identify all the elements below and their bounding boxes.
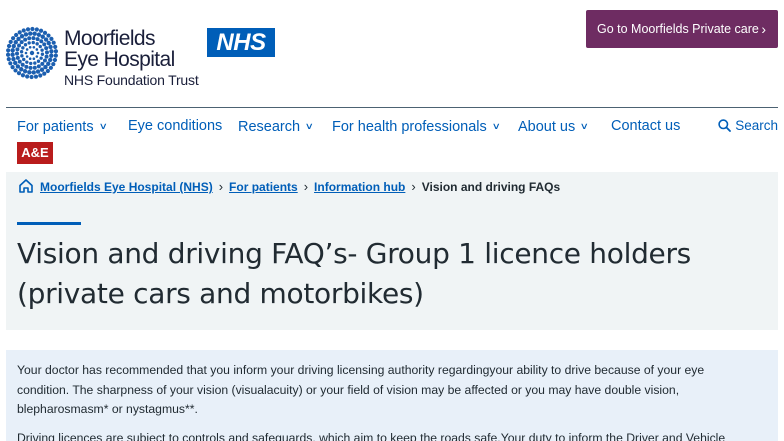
nav-item-for-patients[interactable]: For patients ∨: [17, 114, 108, 140]
intro-paragraph-1: Your doctor has recommended that you inf…: [17, 363, 705, 416]
moorfields-logo-text[interactable]: Moorfields Eye Hospital NHS Foundation T…: [64, 28, 199, 89]
nav-item-about-us[interactable]: About us ∨: [518, 114, 590, 140]
breadcrumb-separator-icon: ›: [218, 179, 224, 194]
moorfields-logo-icon[interactable]: [5, 26, 59, 80]
breadcrumb-link-home[interactable]: Moorfields Eye Hospital (NHS): [40, 180, 213, 194]
nav-item-health-professionals[interactable]: For health professionals ∨: [332, 114, 501, 140]
search-label: Search: [735, 118, 778, 133]
nav-item-research[interactable]: Research ∨: [238, 114, 314, 140]
ae-link[interactable]: A&E: [17, 142, 53, 164]
breadcrumb-link-for-patients[interactable]: For patients: [229, 180, 298, 194]
search-button[interactable]: Search: [718, 114, 778, 140]
intro-paragraph-2: Driving licences are subject to controls…: [17, 431, 726, 441]
nav-item-contact-us[interactable]: Contact us: [611, 114, 680, 140]
title-accent-bar: [17, 222, 81, 225]
chevron-down-icon: ∨: [98, 121, 108, 131]
site-header: Moorfields Eye Hospital NHS Foundation T…: [0, 0, 784, 108]
breadcrumb-separator-icon: ›: [303, 179, 309, 194]
search-icon: [718, 119, 732, 132]
nav-item-eye-conditions[interactable]: Eye conditions: [128, 114, 222, 140]
nav-item-label: Research: [238, 119, 301, 135]
chevron-down-icon: ∨: [579, 121, 590, 131]
chevron-down-icon: ∨: [304, 121, 314, 131]
logo-line-3: NHS Foundation Trust: [64, 72, 199, 88]
nav-item-label: Contact us: [611, 118, 681, 134]
home-icon[interactable]: [18, 178, 34, 199]
main-nav: For patients ∨ Eye conditions Research ∨ F…: [6, 114, 778, 140]
breadcrumb-current: Vision and driving FAQs: [421, 180, 561, 194]
nhs-logo: NHS: [207, 28, 275, 57]
logo-line-1: Moorfields: [64, 27, 155, 50]
nav-item-label: Eye conditions: [128, 118, 223, 134]
chevron-right-icon: ›: [761, 21, 766, 37]
logo-line-2: Eye Hospital: [64, 48, 175, 71]
nav-divider: [6, 107, 778, 108]
nav-item-label: For patients: [17, 119, 94, 135]
intro-panel: Your doctor has recommended that you inf…: [6, 350, 778, 441]
breadcrumb-separator-icon: ›: [411, 179, 416, 194]
page-hero: Moorfields Eye Hospital (NHS) › For patien…: [6, 172, 778, 330]
nav-item-label: About us: [518, 119, 576, 135]
page-title: Vision and driving FAQ’s- Group 1 licenc…: [17, 237, 691, 310]
breadcrumb: Moorfields Eye Hospital (NHS) › For patien…: [18, 178, 560, 198]
breadcrumb-link-information-hub[interactable]: Information hub: [314, 180, 405, 194]
private-care-button[interactable]: Go to Moorfields Private care ›: [586, 10, 778, 48]
private-care-label: Go to Moorfields Private care: [597, 22, 759, 36]
chevron-down-icon: ∨: [491, 121, 501, 131]
nav-item-label: For health professionals: [332, 119, 487, 135]
